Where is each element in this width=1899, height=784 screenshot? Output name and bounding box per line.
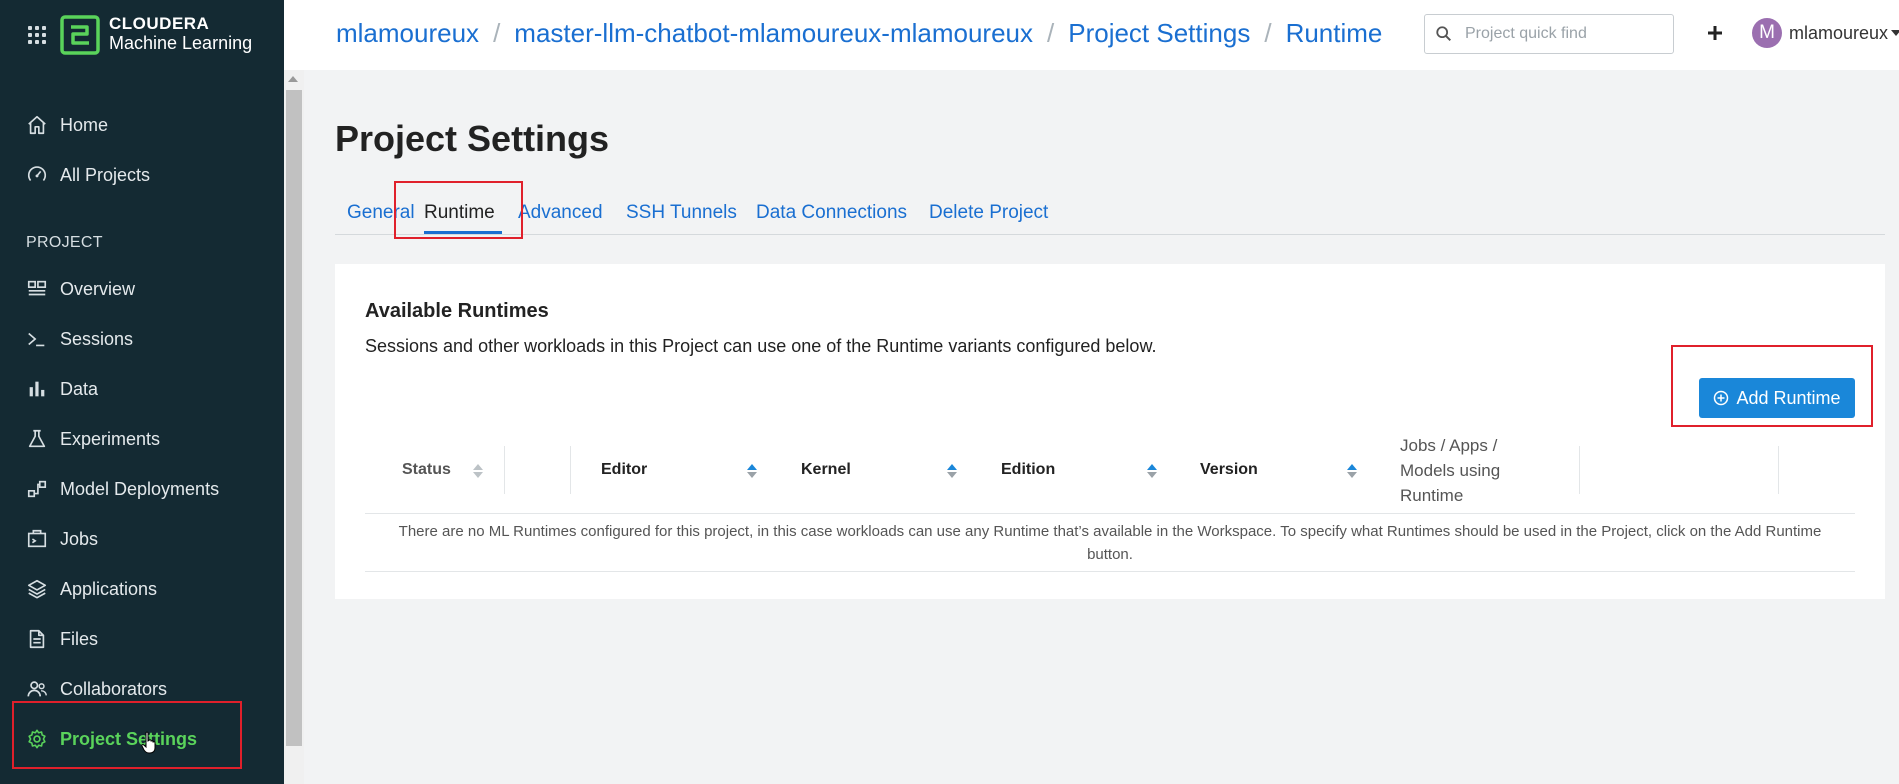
sidebar-item-label: Project Settings	[60, 728, 198, 749]
jobs-icon	[27, 529, 47, 548]
sidebar-item-all-projects[interactable]: All Projects	[0, 155, 284, 195]
layers-icon	[27, 579, 47, 599]
sidebar-item-experiments[interactable]: Experiments	[0, 419, 284, 459]
create-new-button[interactable]	[1702, 20, 1728, 46]
scroll-up-arrow-icon[interactable]	[288, 76, 298, 82]
sidebar-item-home[interactable]: Home	[0, 105, 284, 145]
avatar: M	[1752, 18, 1782, 48]
column-divider	[504, 446, 505, 494]
section-title: Available Runtimes	[365, 300, 549, 322]
table-header: Status Editor Kernel Edition Version Job…	[365, 426, 1855, 514]
hand-cursor-icon	[141, 731, 156, 754]
sidebar-item-overview[interactable]: Overview	[0, 269, 284, 309]
column-divider	[1579, 446, 1580, 494]
breadcrumb-project[interactable]: master-llm-chatbot-mlamoureux-mlamoureux	[514, 18, 1033, 49]
column-header-jobs-apps-models: Jobs / Apps / Models using Runtime	[1400, 435, 1501, 505]
tab-data-connections[interactable]: Data Connections	[756, 202, 907, 224]
username: mlamoureux	[1789, 22, 1889, 43]
sidebar-scrollbar[interactable]	[284, 70, 304, 784]
overview-icon	[27, 280, 47, 296]
sidebar-item-jobs[interactable]: Jobs	[0, 519, 284, 559]
active-tab-indicator	[424, 231, 502, 234]
gear-icon	[28, 729, 46, 749]
sidebar-item-label: Collaborators	[60, 678, 168, 699]
tab-ssh-tunnels[interactable]: SSH Tunnels	[626, 202, 737, 224]
brand-name: CLOUDERA	[109, 14, 210, 33]
section-description: Sessions and other workloads in this Pro…	[365, 336, 1157, 356]
brand-header: CLOUDERA Machine Learning	[0, 0, 284, 70]
tab-runtime[interactable]: Runtime	[424, 202, 495, 224]
sidebar-item-applications[interactable]: Applications	[0, 569, 284, 609]
tab-advanced[interactable]: Advanced	[518, 202, 603, 224]
bar-chart-icon	[29, 381, 45, 397]
sidebar-item-data[interactable]: Data	[0, 369, 284, 409]
gauge-icon	[27, 166, 47, 182]
sidebar-item-label: Files	[60, 628, 99, 649]
search-icon	[1436, 26, 1452, 42]
sidebar-item-label: Data	[60, 378, 99, 399]
tab-delete-project[interactable]: Delete Project	[929, 202, 1048, 224]
sort-icon[interactable]	[473, 464, 483, 478]
breadcrumb-user[interactable]: mlamoureux	[336, 18, 479, 49]
tab-general[interactable]: General	[347, 202, 415, 224]
user-menu[interactable]: M mlamoureux	[1752, 18, 1899, 48]
project-quick-find[interactable]	[1424, 14, 1674, 54]
sidebar-item-label: All Projects	[60, 164, 151, 185]
sidebar-item-sessions[interactable]: Sessions	[0, 319, 284, 359]
column-header-edition[interactable]: Edition	[1001, 426, 1055, 514]
home-icon	[28, 115, 46, 135]
sidebar: CLOUDERA Machine Learning Home All Proje…	[0, 0, 284, 784]
breadcrumb-runtime[interactable]: Runtime	[1286, 18, 1383, 49]
page-title: Project Settings	[335, 118, 610, 159]
sort-icon[interactable]	[747, 464, 757, 478]
search-input[interactable]	[1465, 25, 1655, 43]
settings-tabs: General Runtime Advanced SSH Tunnels Dat…	[335, 190, 1885, 235]
add-circle-icon	[1714, 390, 1729, 406]
app-grid-icon[interactable]	[28, 26, 46, 44]
top-bar: mlamoureux / master-llm-chatbot-mlamoure…	[284, 0, 1899, 70]
sidebar-item-label: Applications	[60, 578, 158, 599]
column-divider	[570, 446, 571, 494]
column-header-status[interactable]: Status	[402, 426, 451, 514]
add-runtime-button[interactable]: Add Runtime	[1699, 378, 1855, 418]
sort-icon[interactable]	[947, 464, 957, 478]
brand-product: Machine Learning	[109, 33, 253, 53]
column-header-version[interactable]: Version	[1200, 426, 1258, 514]
breadcrumb-separator: /	[1047, 18, 1055, 48]
scrollbar-thumb[interactable]	[286, 90, 302, 746]
breadcrumb: mlamoureux / master-llm-chatbot-mlamoure…	[336, 18, 1382, 49]
terminal-icon	[28, 332, 45, 347]
sidebar-item-collaborators[interactable]: Collaborators	[0, 669, 284, 709]
chevron-down-icon	[1891, 30, 1899, 36]
users-icon	[27, 681, 47, 697]
cloudera-logo-icon	[60, 15, 100, 55]
column-header-kernel[interactable]: Kernel	[801, 426, 851, 514]
column-header-editor[interactable]: Editor	[601, 426, 647, 514]
sidebar-item-label: Model Deployments	[60, 478, 220, 499]
sidebar-item-label: Overview	[60, 278, 136, 299]
empty-table-message: There are no ML Runtimes configured for …	[365, 514, 1855, 572]
breadcrumb-separator: /	[1264, 18, 1272, 48]
column-divider	[1778, 446, 1779, 494]
runtimes-table: Status Editor Kernel Edition Version Job…	[365, 426, 1855, 572]
sidebar-item-files[interactable]: Files	[0, 619, 284, 659]
sidebar-item-label: Jobs	[60, 528, 99, 549]
file-icon	[29, 629, 45, 649]
section-label-project: PROJECT	[26, 234, 103, 251]
sidebar-item-label: Home	[60, 114, 109, 135]
sidebar-item-label: Sessions	[60, 328, 134, 349]
plus-icon	[1708, 26, 1722, 40]
breadcrumb-separator: /	[493, 18, 501, 48]
available-runtimes-card: Available Runtimes Sessions and other wo…	[335, 264, 1885, 599]
add-runtime-label: Add Runtime	[1736, 387, 1841, 408]
flask-icon	[28, 429, 46, 448]
sort-icon[interactable]	[1147, 464, 1157, 478]
model-icon	[27, 480, 47, 498]
sort-icon[interactable]	[1347, 464, 1357, 478]
sidebar-item-model-deployments[interactable]: Model Deployments	[0, 469, 284, 509]
sidebar-item-label: Experiments	[60, 428, 161, 449]
breadcrumb-project-settings[interactable]: Project Settings	[1068, 18, 1250, 49]
